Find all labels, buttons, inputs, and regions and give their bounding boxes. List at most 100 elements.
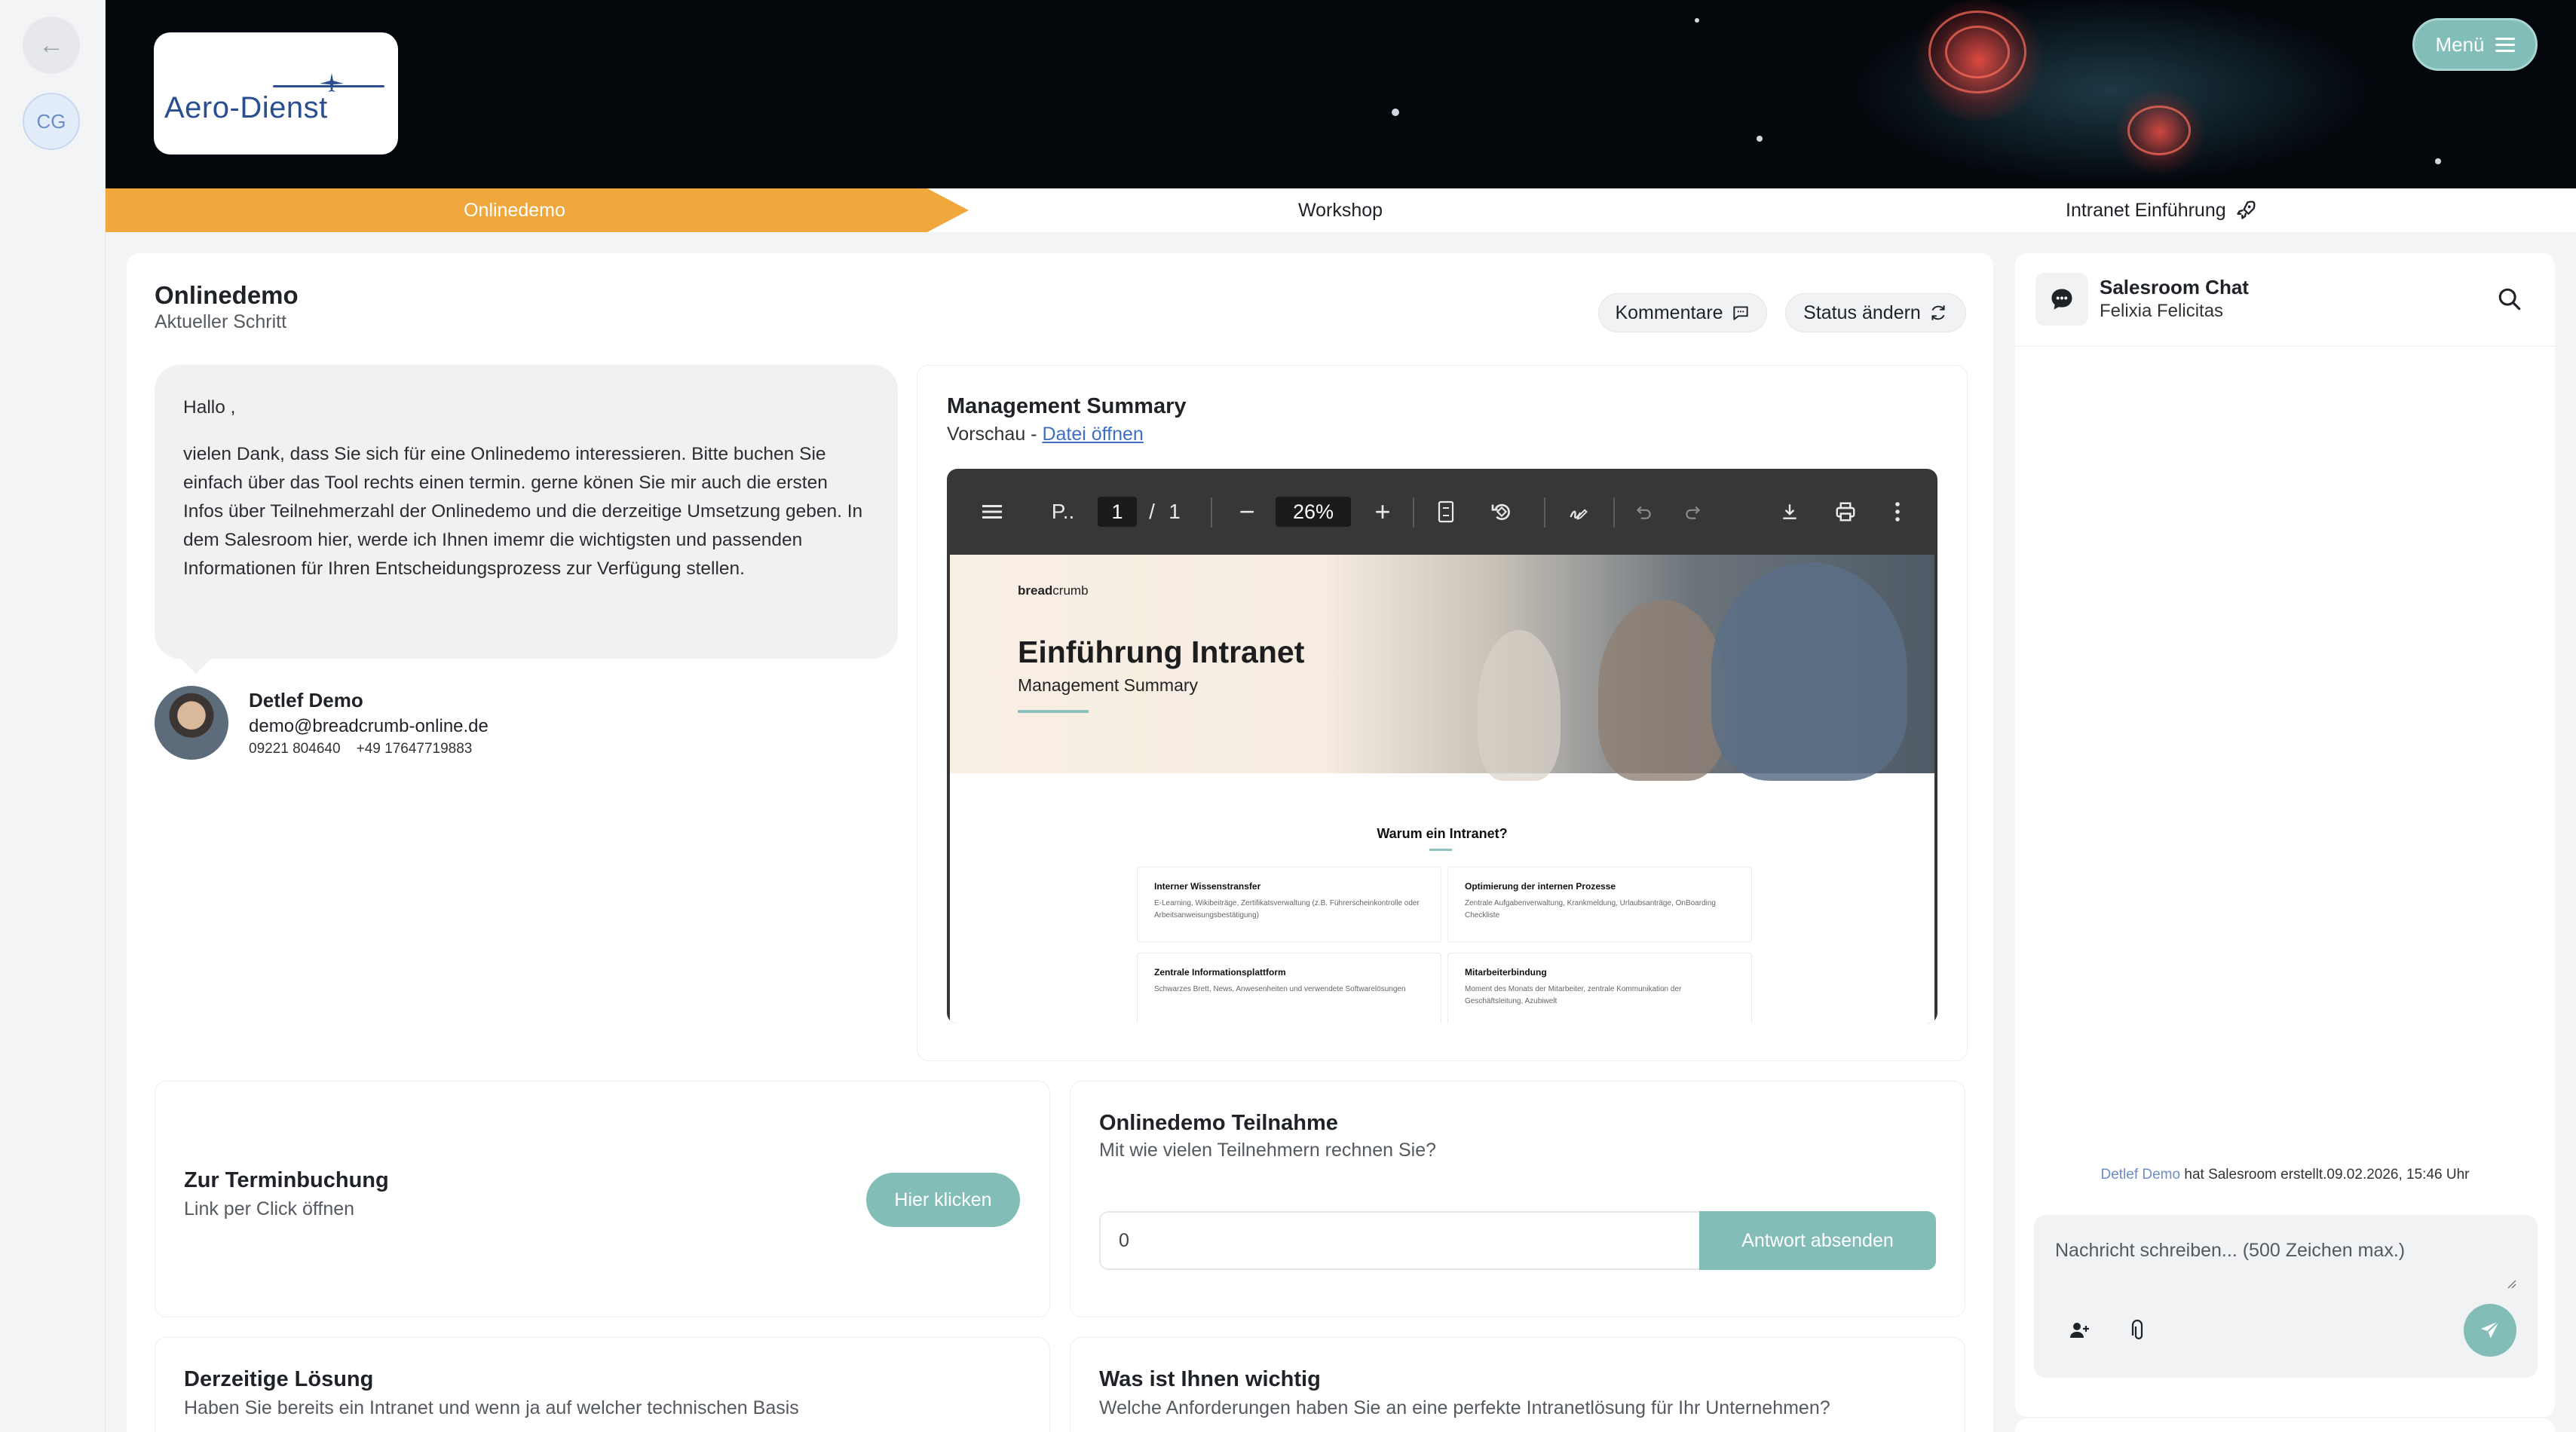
star-dot xyxy=(1695,18,1699,23)
message-greeting: Hallo , xyxy=(183,397,236,418)
page-question: Warum ein Intranet? xyxy=(1377,826,1508,841)
page-question-line xyxy=(1429,849,1452,851)
user-avatar[interactable]: CG xyxy=(23,93,80,150)
add-person-icon[interactable] xyxy=(2069,1319,2091,1342)
page-info-box: Optimierung der internen Prozesse Zentra… xyxy=(1447,867,1752,942)
bubble-tail xyxy=(179,657,213,674)
back-button[interactable]: ← xyxy=(23,17,80,74)
page-separator: / xyxy=(1149,500,1155,523)
comments-label: Kommentare xyxy=(1615,301,1723,323)
chat-partner-name: Felixia Felicitas xyxy=(2100,301,2224,321)
pdf-page: breadcrumb Einführung Intranet Managemen… xyxy=(950,555,1934,1024)
toolbar-divider xyxy=(1211,497,1212,528)
rocket-icon xyxy=(2236,200,2256,219)
left-rail: ← CG xyxy=(0,0,106,1432)
draw-icon[interactable] xyxy=(1564,496,1594,528)
avatar-initials: CG xyxy=(36,109,66,133)
booking-title: Zur Terminbuchung xyxy=(184,1168,389,1192)
redo-icon[interactable] xyxy=(1680,496,1707,528)
toolbar-divider xyxy=(1413,497,1414,528)
chat-header xyxy=(2015,253,2555,347)
toolbar-divider xyxy=(1613,497,1615,528)
refresh-icon xyxy=(1931,305,1945,320)
preview-label: Vorschau - xyxy=(947,424,1037,445)
star-dot xyxy=(2435,158,2441,164)
step-workshop[interactable]: Workshop xyxy=(1298,188,1383,232)
management-summary-title: Management Summary xyxy=(947,394,1187,418)
chat-system-message: Detlef Demo hat Salesroom erstellt.09.02… xyxy=(2100,1167,2470,1183)
status-label: Status ändern xyxy=(1803,301,1921,323)
star-dot xyxy=(1757,136,1763,142)
contact-avatar xyxy=(155,686,228,760)
download-icon[interactable] xyxy=(1776,496,1803,528)
arrow-left-icon: ← xyxy=(38,30,64,60)
page-info-box: Interner Wissenstransfer E-Learning, Wik… xyxy=(1137,867,1441,942)
open-file-link[interactable]: Datei öffnen xyxy=(1042,424,1143,445)
chat-message-input[interactable]: Nachricht schreiben... (500 Zeichen max.… xyxy=(2055,1240,2405,1262)
submit-answer-button[interactable]: Antwort absenden xyxy=(1699,1211,1936,1270)
page-number-input[interactable]: 1 xyxy=(1098,497,1137,527)
chat-title: Salesroom Chat xyxy=(2100,276,2249,298)
speech-bubble-icon xyxy=(1732,306,1748,320)
current-step-title: Onlinedemo xyxy=(155,281,299,309)
pdf-viewer: P.. 1 / 1 − 26% + breadcrumb Einführung … xyxy=(947,469,1937,1024)
paperclip-icon[interactable] xyxy=(2126,1319,2149,1342)
menu-button[interactable]: Menü xyxy=(2412,18,2538,71)
sidebar-toggle-icon[interactable] xyxy=(977,496,1007,528)
contact-name: Detlef Demo xyxy=(249,689,363,711)
next-panel-edge xyxy=(2015,1418,2555,1432)
logo-text: Aero-Dienst xyxy=(164,91,328,124)
print-icon[interactable] xyxy=(1830,496,1861,528)
send-icon xyxy=(2481,1320,2500,1339)
chat-log-user[interactable]: Detlef Demo xyxy=(2100,1167,2180,1183)
change-status-button[interactable]: Status ändern xyxy=(1785,293,1966,332)
fit-page-icon[interactable] xyxy=(1432,496,1460,528)
contact-email[interactable]: demo@breadcrumb-online.de xyxy=(249,716,489,737)
document-name: P.. xyxy=(1051,500,1075,523)
more-options-icon[interactable] xyxy=(1886,496,1909,528)
current-solution-subtitle: Haben Sie bereits ein Intranet und wenn … xyxy=(184,1397,799,1418)
comments-button[interactable]: Kommentare xyxy=(1598,293,1767,332)
chat-bubble-icon xyxy=(2035,273,2088,326)
zoom-level[interactable]: 26% xyxy=(1276,497,1351,527)
search-icon[interactable] xyxy=(2497,286,2522,312)
step-label: Intranet Einführung xyxy=(2066,199,2226,221)
participant-count-input[interactable]: 0 xyxy=(1099,1211,1699,1270)
menu-label: Menü xyxy=(2435,32,2485,56)
undo-icon[interactable] xyxy=(1630,496,1657,528)
booking-link-button[interactable]: Hier klicken xyxy=(866,1173,1020,1227)
toolbar-divider xyxy=(1544,497,1545,528)
management-summary-subtitle: Vorschau - Datei öffnen xyxy=(947,424,1144,445)
star-dot xyxy=(1392,109,1399,116)
resize-handle-icon[interactable] xyxy=(2504,1277,2516,1289)
page-title: Einführung Intranet xyxy=(1018,635,1305,669)
booking-subtitle: Link per Click öffnen xyxy=(184,1198,355,1219)
current-solution-title: Derzeitige Lösung xyxy=(184,1367,374,1391)
message-body: vielen Dank, dass Sie sich für eine Onli… xyxy=(183,444,863,579)
page-subtitle: Management Summary xyxy=(1018,675,1199,695)
page-total: 1 xyxy=(1169,500,1181,523)
current-step-subtitle: Aktueller Schritt xyxy=(155,311,287,332)
zoom-in-icon[interactable]: + xyxy=(1369,496,1396,528)
step-intranet-einfuehrung[interactable]: Intranet Einführung xyxy=(2066,188,2256,232)
progress-steps: Onlinedemo Workshop Intranet Einführung xyxy=(106,188,2576,232)
company-logo: Aero-Dienst xyxy=(154,32,398,155)
contact-phone[interactable]: 09221 804640 +49 17647719883 xyxy=(249,741,472,757)
send-message-button[interactable] xyxy=(2464,1304,2516,1357)
page-brand: breadcrumb xyxy=(1018,583,1089,598)
header-banner xyxy=(106,0,2576,188)
step-label: Workshop xyxy=(1298,199,1383,221)
page-accent-line xyxy=(1018,710,1089,713)
participation-subtitle: Mit wie vielen Teilnehmern rechnen Sie? xyxy=(1099,1140,1436,1161)
zoom-out-icon[interactable]: − xyxy=(1233,496,1260,528)
step-onlinedemo[interactable]: Onlinedemo xyxy=(106,188,969,232)
participation-title: Onlinedemo Teilnahme xyxy=(1099,1111,1338,1135)
importance-subtitle: Welche Anforderungen haben Sie an eine p… xyxy=(1099,1397,1830,1418)
importance-title: Was ist Ihnen wichtig xyxy=(1099,1367,1321,1391)
page-info-box: Zentrale Informationsplattform Schwarzes… xyxy=(1137,953,1441,1024)
page-info-box: Mitarbeiterbindung Moment des Monats der… xyxy=(1447,953,1752,1024)
hotspot-ring xyxy=(1945,26,2010,78)
pdf-toolbar: P.. 1 / 1 − 26% + xyxy=(947,469,1937,555)
hamburger-icon xyxy=(2495,34,2515,56)
rotate-icon[interactable] xyxy=(1487,496,1517,528)
